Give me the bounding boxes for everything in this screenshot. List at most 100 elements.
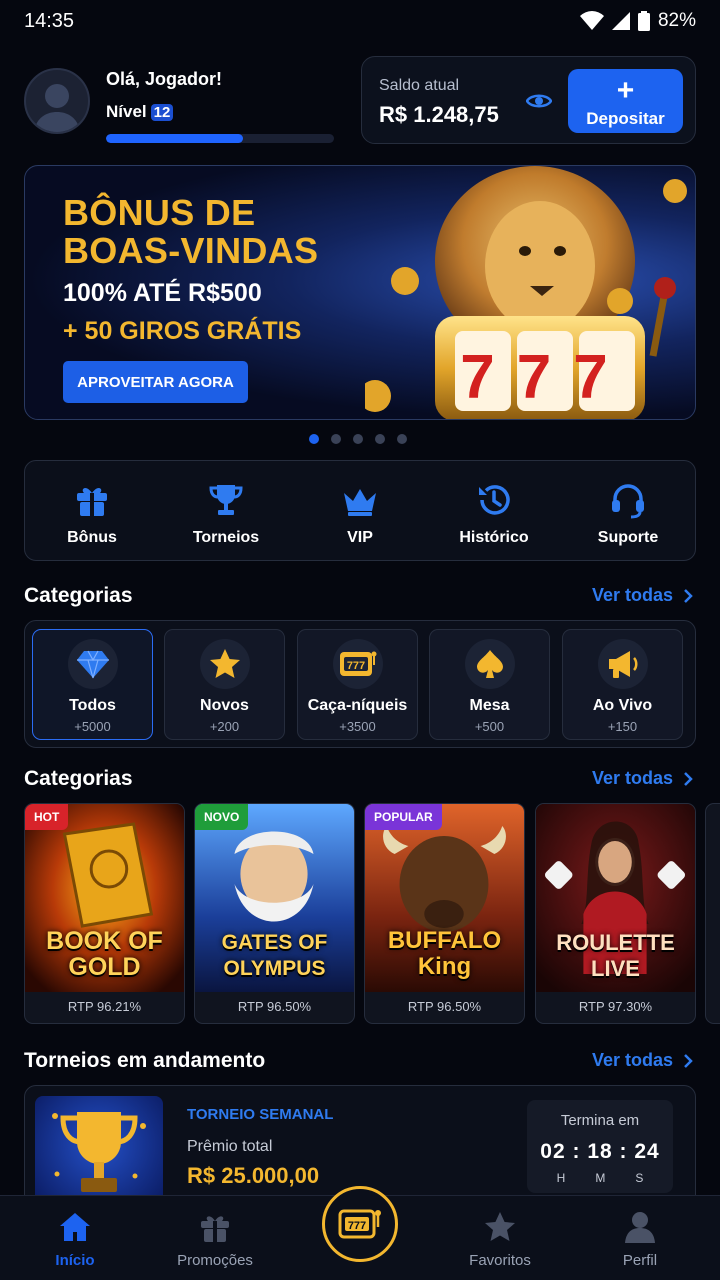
games-title: Categorias [24, 767, 133, 790]
see-all-label: Ver todas [591, 585, 673, 605]
lion-slot-illustration: 777 [365, 166, 687, 419]
diamond-icon [67, 639, 118, 689]
game-title-line1: BOOK OF [46, 927, 163, 955]
balance-label: Saldo atual [379, 77, 460, 94]
xp-progress-fill [106, 134, 243, 143]
categories-title: Categorias [24, 584, 133, 607]
category-count: +150 [607, 719, 638, 734]
svg-text:777: 777 [460, 343, 629, 412]
games-see-all-link[interactable]: Ver todas [592, 768, 693, 789]
eye-icon[interactable] [526, 91, 552, 111]
category-new[interactable]: Novos +200 [164, 629, 285, 740]
game-title: BOOK OF GOLD [25, 928, 184, 980]
category-table[interactable]: Mesa +500 [429, 629, 550, 740]
game-card-partial[interactable] [705, 803, 720, 1024]
status-bar: 14:35 82% [0, 0, 720, 44]
nav-home[interactable]: Início [5, 1196, 145, 1280]
balance-value: R$ 1.248,75 [379, 102, 499, 127]
category-live[interactable]: Ao Vivo +150 [562, 629, 683, 740]
carousel-dot[interactable] [353, 434, 363, 444]
category-count: +5000 [74, 719, 111, 734]
quick-action-history[interactable]: Histórico [427, 461, 561, 560]
game-tag: POPULAR [365, 804, 442, 830]
promo-banner[interactable]: 777 BÔNUS DE BOAS-VINDAS 100% ATÉ R$500 … [24, 165, 696, 420]
game-title-line2: OLYMPUS [223, 957, 326, 980]
game-card-gates-of-olympus[interactable]: NOVO GATES OF OLYMPUS RTP 96.50% [194, 803, 355, 1024]
game-card-buffalo-king[interactable]: POPULAR BUFFALO King RTP 96.50% [364, 803, 525, 1024]
game-title: BUFFALO King [365, 928, 524, 980]
megaphone-icon [597, 639, 648, 689]
see-all-label: Ver todas [591, 1050, 673, 1070]
quick-actions: Bônus Torneios VIP Histórico Suporte [24, 460, 696, 561]
category-name: Caça-níqueis [307, 697, 408, 714]
banner-title: BÔNUS DE BOAS-VINDAS [63, 194, 318, 270]
game-rtp: RTP 96.21% [67, 999, 142, 1014]
quick-action-label: Bônus [67, 529, 117, 546]
slot-machine-icon: 777 [332, 639, 383, 689]
game-rtp: RTP 96.50% [407, 999, 482, 1014]
nav-profile[interactable]: Perfil [570, 1196, 710, 1280]
game-title: GATES OF OLYMPUS [195, 930, 354, 982]
unit-minutes: M [595, 1171, 606, 1185]
quick-action-label: Suporte [597, 529, 659, 546]
category-name: Mesa [469, 697, 510, 714]
tournaments-title: Torneios em andamento [24, 1049, 266, 1072]
unit-seconds: S [635, 1171, 644, 1185]
banner-title-line1: BÔNUS DE [63, 192, 256, 233]
star-icon [199, 639, 250, 689]
game-title-line2: GOLD [68, 953, 141, 981]
carousel-dot[interactable] [309, 434, 319, 444]
avatar[interactable] [24, 68, 90, 134]
quick-action-label: VIP [347, 529, 373, 546]
category-count: +200 [209, 719, 240, 734]
quick-action-bonus[interactable]: Bônus [25, 461, 159, 560]
game-title-line2: LIVE [591, 956, 640, 981]
carousel-dot[interactable] [397, 434, 407, 444]
game-card-roulette-live[interactable]: ROULETTE LIVE RTP 97.30% [535, 803, 696, 1024]
quick-action-vip[interactable]: VIP [293, 461, 427, 560]
game-card-book-of-gold[interactable]: HOT BOOK OF GOLD RTP 96.21% [24, 803, 185, 1024]
game-tag: HOT [25, 804, 69, 830]
chevron-right-icon [684, 771, 693, 786]
status-icons: 82% [579, 10, 696, 32]
balance-card: Saldo atual R$ 1.248,75 + Depositar [361, 56, 696, 144]
nav-promotions[interactable]: Promoções [145, 1196, 285, 1280]
game-title-line1: BUFFALO [387, 927, 502, 954]
greeting: Olá, Jogador! [106, 69, 223, 89]
level-label: Nível [106, 102, 147, 121]
home-icon [60, 1213, 90, 1241]
chevron-right-icon [684, 1053, 693, 1068]
user-silhouette-icon [34, 84, 80, 132]
plus-icon: + [616, 73, 635, 107]
headset-icon [612, 484, 644, 519]
history-icon [479, 485, 510, 515]
tournament-name: TORNEIO SEMANAL [187, 1106, 334, 1123]
category-count: +3500 [339, 719, 376, 734]
categories-see-all-link[interactable]: Ver todas [592, 585, 693, 606]
game-rtp: RTP 97.30% [578, 999, 653, 1014]
category-count: +500 [474, 719, 505, 734]
carousel-dots[interactable] [309, 434, 407, 444]
tournament-countdown: Termina em 02 : 18 : 24 H M S [527, 1100, 673, 1193]
deposit-button[interactable]: + Depositar [568, 69, 683, 133]
countdown-label: Termina em [560, 1112, 640, 1129]
category-slots[interactable]: 777 Caça-níqueis +3500 [297, 629, 418, 740]
user-level: Nível 12 [106, 102, 174, 122]
quick-action-tournaments[interactable]: Torneios [159, 461, 293, 560]
countdown-value: 02 : 18 : 24 [540, 1140, 660, 1163]
slot-fab-digits: 777 [348, 1220, 366, 1232]
category-all[interactable]: Todos +5000 [32, 629, 153, 740]
category-name: Ao Vivo [592, 697, 653, 714]
tournaments-see-all-link[interactable]: Ver todas [592, 1050, 693, 1071]
banner-cta-button[interactable]: APROVEITAR AGORA [63, 361, 248, 403]
game-title-line1: GATES OF [221, 931, 328, 954]
slots-fab-button[interactable]: 777 [322, 1186, 398, 1262]
trophy-icon [52, 1112, 146, 1192]
nav-favorites[interactable]: Favoritos [430, 1196, 570, 1280]
carousel-dot[interactable] [331, 434, 341, 444]
game-tag: NOVO [195, 804, 249, 830]
chevron-right-icon [684, 588, 693, 603]
quick-action-label: Torneios [192, 529, 260, 546]
quick-action-support[interactable]: Suporte [561, 461, 695, 560]
carousel-dot[interactable] [375, 434, 385, 444]
